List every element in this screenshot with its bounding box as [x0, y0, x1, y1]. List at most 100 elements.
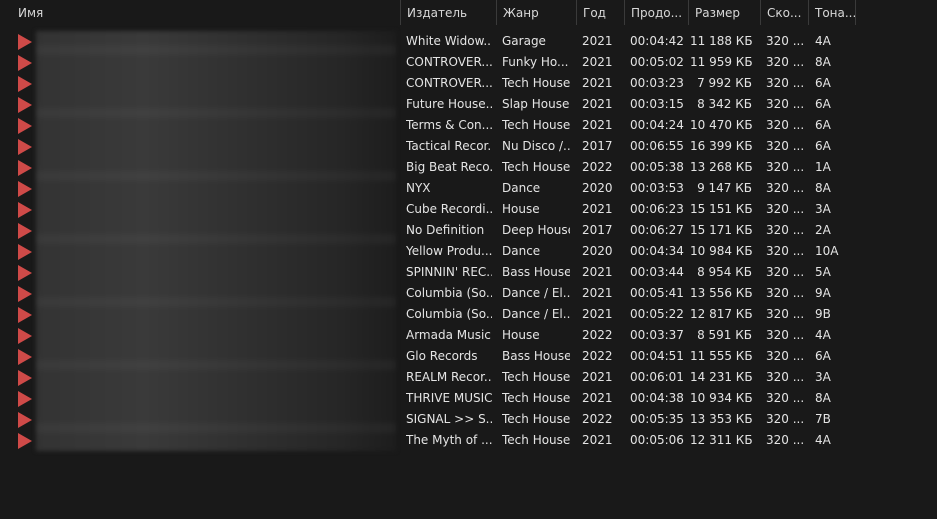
file-row[interactable]: Columbia (So... Dance / El... 2021 00:05:41…	[0, 283, 937, 304]
key-cell: 6A	[815, 76, 831, 90]
bitrate-cell: 320 ...	[766, 118, 804, 132]
duration-cell: 00:04:51	[630, 349, 684, 363]
bitrate-cell: 320 ...	[766, 97, 804, 111]
publisher-cell: Big Beat Reco...	[406, 160, 492, 174]
bitrate-cell: 320 ...	[766, 307, 804, 321]
key-cell: 3A	[815, 370, 831, 384]
duration-cell: 00:05:38	[630, 160, 684, 174]
year-cell: 2022	[582, 349, 613, 363]
genre-cell: Bass House	[502, 265, 570, 279]
audio-file-play-icon	[18, 223, 32, 239]
file-row[interactable]: Terms & Con... Tech House 2021 00:04:24 10 4…	[0, 115, 937, 136]
file-row[interactable]: The Myth of ... Tech House 2021 00:05:06 12 …	[0, 430, 937, 451]
genre-cell: Tech House	[502, 391, 570, 405]
key-cell: 8A	[815, 391, 831, 405]
file-row[interactable]: Big Beat Reco... Tech House 2022 00:05:38 13…	[0, 157, 937, 178]
genre-cell: Nu Disco /...	[502, 139, 570, 153]
file-row[interactable]: Tactical Recor... Nu Disco /... 2017 00:06:…	[0, 136, 937, 157]
size-cell: 9 147 КБ	[697, 181, 752, 195]
file-row[interactable]: SIGNAL >> S... Tech House 2022 00:05:35 13 3…	[0, 409, 937, 430]
key-cell: 4A	[815, 328, 831, 342]
size-cell: 10 984 КБ	[690, 244, 752, 258]
publisher-cell: Glo Records	[406, 349, 478, 363]
key-cell: 6A	[815, 118, 831, 132]
audio-file-play-icon	[18, 433, 32, 449]
column-header-bitrate[interactable]: Ско...	[760, 0, 808, 25]
audio-file-play-icon	[18, 202, 32, 218]
file-row[interactable]: CONTROVER... Tech House 2021 00:03:23 7 992 …	[0, 73, 937, 94]
duration-cell: 00:04:34	[630, 244, 684, 258]
bitrate-cell: 320 ...	[766, 223, 804, 237]
file-row[interactable]: White Widow... Garage 2021 00:04:42 11 188 К…	[0, 31, 937, 52]
file-row[interactable]: Armada Music House 2022 00:03:37 8 591 КБ 320…	[0, 325, 937, 346]
audio-file-play-icon	[18, 55, 32, 71]
year-cell: 2021	[582, 76, 613, 90]
size-cell: 10 934 КБ	[690, 391, 752, 405]
size-cell: 8 342 КБ	[697, 97, 752, 111]
size-cell: 11 555 КБ	[690, 349, 752, 363]
year-cell: 2017	[582, 139, 613, 153]
file-row[interactable]: NYX Dance 2020 00:03:53 9 147 КБ 320 ... 8A	[0, 178, 937, 199]
publisher-cell: No Definition	[406, 223, 485, 237]
genre-cell: Slap House	[502, 97, 570, 111]
duration-cell: 00:06:23	[630, 202, 684, 216]
bitrate-cell: 320 ...	[766, 391, 804, 405]
publisher-cell: SPINNIN' REC...	[406, 265, 492, 279]
publisher-cell: CONTROVER...	[406, 76, 492, 90]
file-row[interactable]: Future House... Slap House 2021 00:03:15 8 3…	[0, 94, 937, 115]
key-cell: 4A	[815, 34, 831, 48]
bitrate-cell: 320 ...	[766, 202, 804, 216]
file-row[interactable]: CONTROVER... Funky Ho... 2021 00:05:02 11 95…	[0, 52, 937, 73]
audio-file-play-icon	[18, 286, 32, 302]
key-cell: 6A	[815, 97, 831, 111]
bitrate-cell: 320 ...	[766, 328, 804, 342]
duration-cell: 00:04:42	[630, 34, 684, 48]
file-row[interactable]: Yellow Produ... Dance 2020 00:04:34 10 984 К…	[0, 241, 937, 262]
file-row[interactable]: Glo Records Bass House 2022 00:04:51 11 555 …	[0, 346, 937, 367]
audio-file-play-icon	[18, 76, 32, 92]
publisher-cell: REALM Recor...	[406, 370, 492, 384]
year-cell: 2021	[582, 307, 613, 321]
column-header-duration[interactable]: Продо...	[624, 0, 688, 25]
year-cell: 2022	[582, 412, 613, 426]
file-row[interactable]: Columbia (So... Dance / El... 2021 00:05:22…	[0, 304, 937, 325]
file-row[interactable]: REALM Recor... Tech House 2021 00:06:01 14 2…	[0, 367, 937, 388]
size-cell: 14 231 КБ	[690, 370, 752, 384]
genre-cell: Deep House	[502, 223, 570, 237]
size-cell: 11 959 КБ	[690, 55, 752, 69]
file-row[interactable]: Cube Recordi... House 2021 00:06:23 15 151 К…	[0, 199, 937, 220]
year-cell: 2020	[582, 181, 613, 195]
bitrate-cell: 320 ...	[766, 433, 804, 447]
size-cell: 15 151 КБ	[690, 202, 752, 216]
publisher-cell: The Myth of ...	[406, 433, 492, 447]
genre-cell: Tech House	[502, 118, 570, 132]
size-cell: 13 268 КБ	[690, 160, 752, 174]
column-header-duration-label: Продо...	[631, 6, 683, 20]
audio-file-play-icon	[18, 181, 32, 197]
column-header-year[interactable]: Год	[576, 0, 624, 25]
duration-cell: 00:05:06	[630, 433, 684, 447]
genre-cell: Dance / El...	[502, 286, 570, 300]
bitrate-cell: 320 ...	[766, 34, 804, 48]
bitrate-cell: 320 ...	[766, 160, 804, 174]
genre-cell: Garage	[502, 34, 546, 48]
column-header-key[interactable]: Тона...	[808, 0, 856, 25]
publisher-cell: SIGNAL >> S...	[406, 412, 492, 426]
file-row[interactable]: SPINNIN' REC... Bass House 2021 00:03:44 8 9…	[0, 262, 937, 283]
publisher-cell: Terms & Con...	[406, 118, 492, 132]
audio-file-play-icon	[18, 97, 32, 113]
audio-file-play-icon	[18, 307, 32, 323]
duration-cell: 00:04:24	[630, 118, 684, 132]
size-cell: 16 399 КБ	[690, 139, 752, 153]
column-header-size[interactable]: Размер	[688, 0, 760, 25]
bitrate-cell: 320 ...	[766, 139, 804, 153]
column-header-publisher[interactable]: Издатель	[400, 0, 496, 25]
duration-cell: 00:03:23	[630, 76, 684, 90]
column-header-genre[interactable]: Жанр	[496, 0, 576, 25]
bitrate-cell: 320 ...	[766, 181, 804, 195]
file-row[interactable]: No Definition Deep House 2017 00:06:27 15 17…	[0, 220, 937, 241]
duration-cell: 00:03:37	[630, 328, 684, 342]
genre-cell: Tech House	[502, 76, 570, 90]
publisher-cell: Columbia (So...	[406, 286, 492, 300]
file-row[interactable]: THRIVE MUSIC Tech House 2021 00:04:38 10 934…	[0, 388, 937, 409]
